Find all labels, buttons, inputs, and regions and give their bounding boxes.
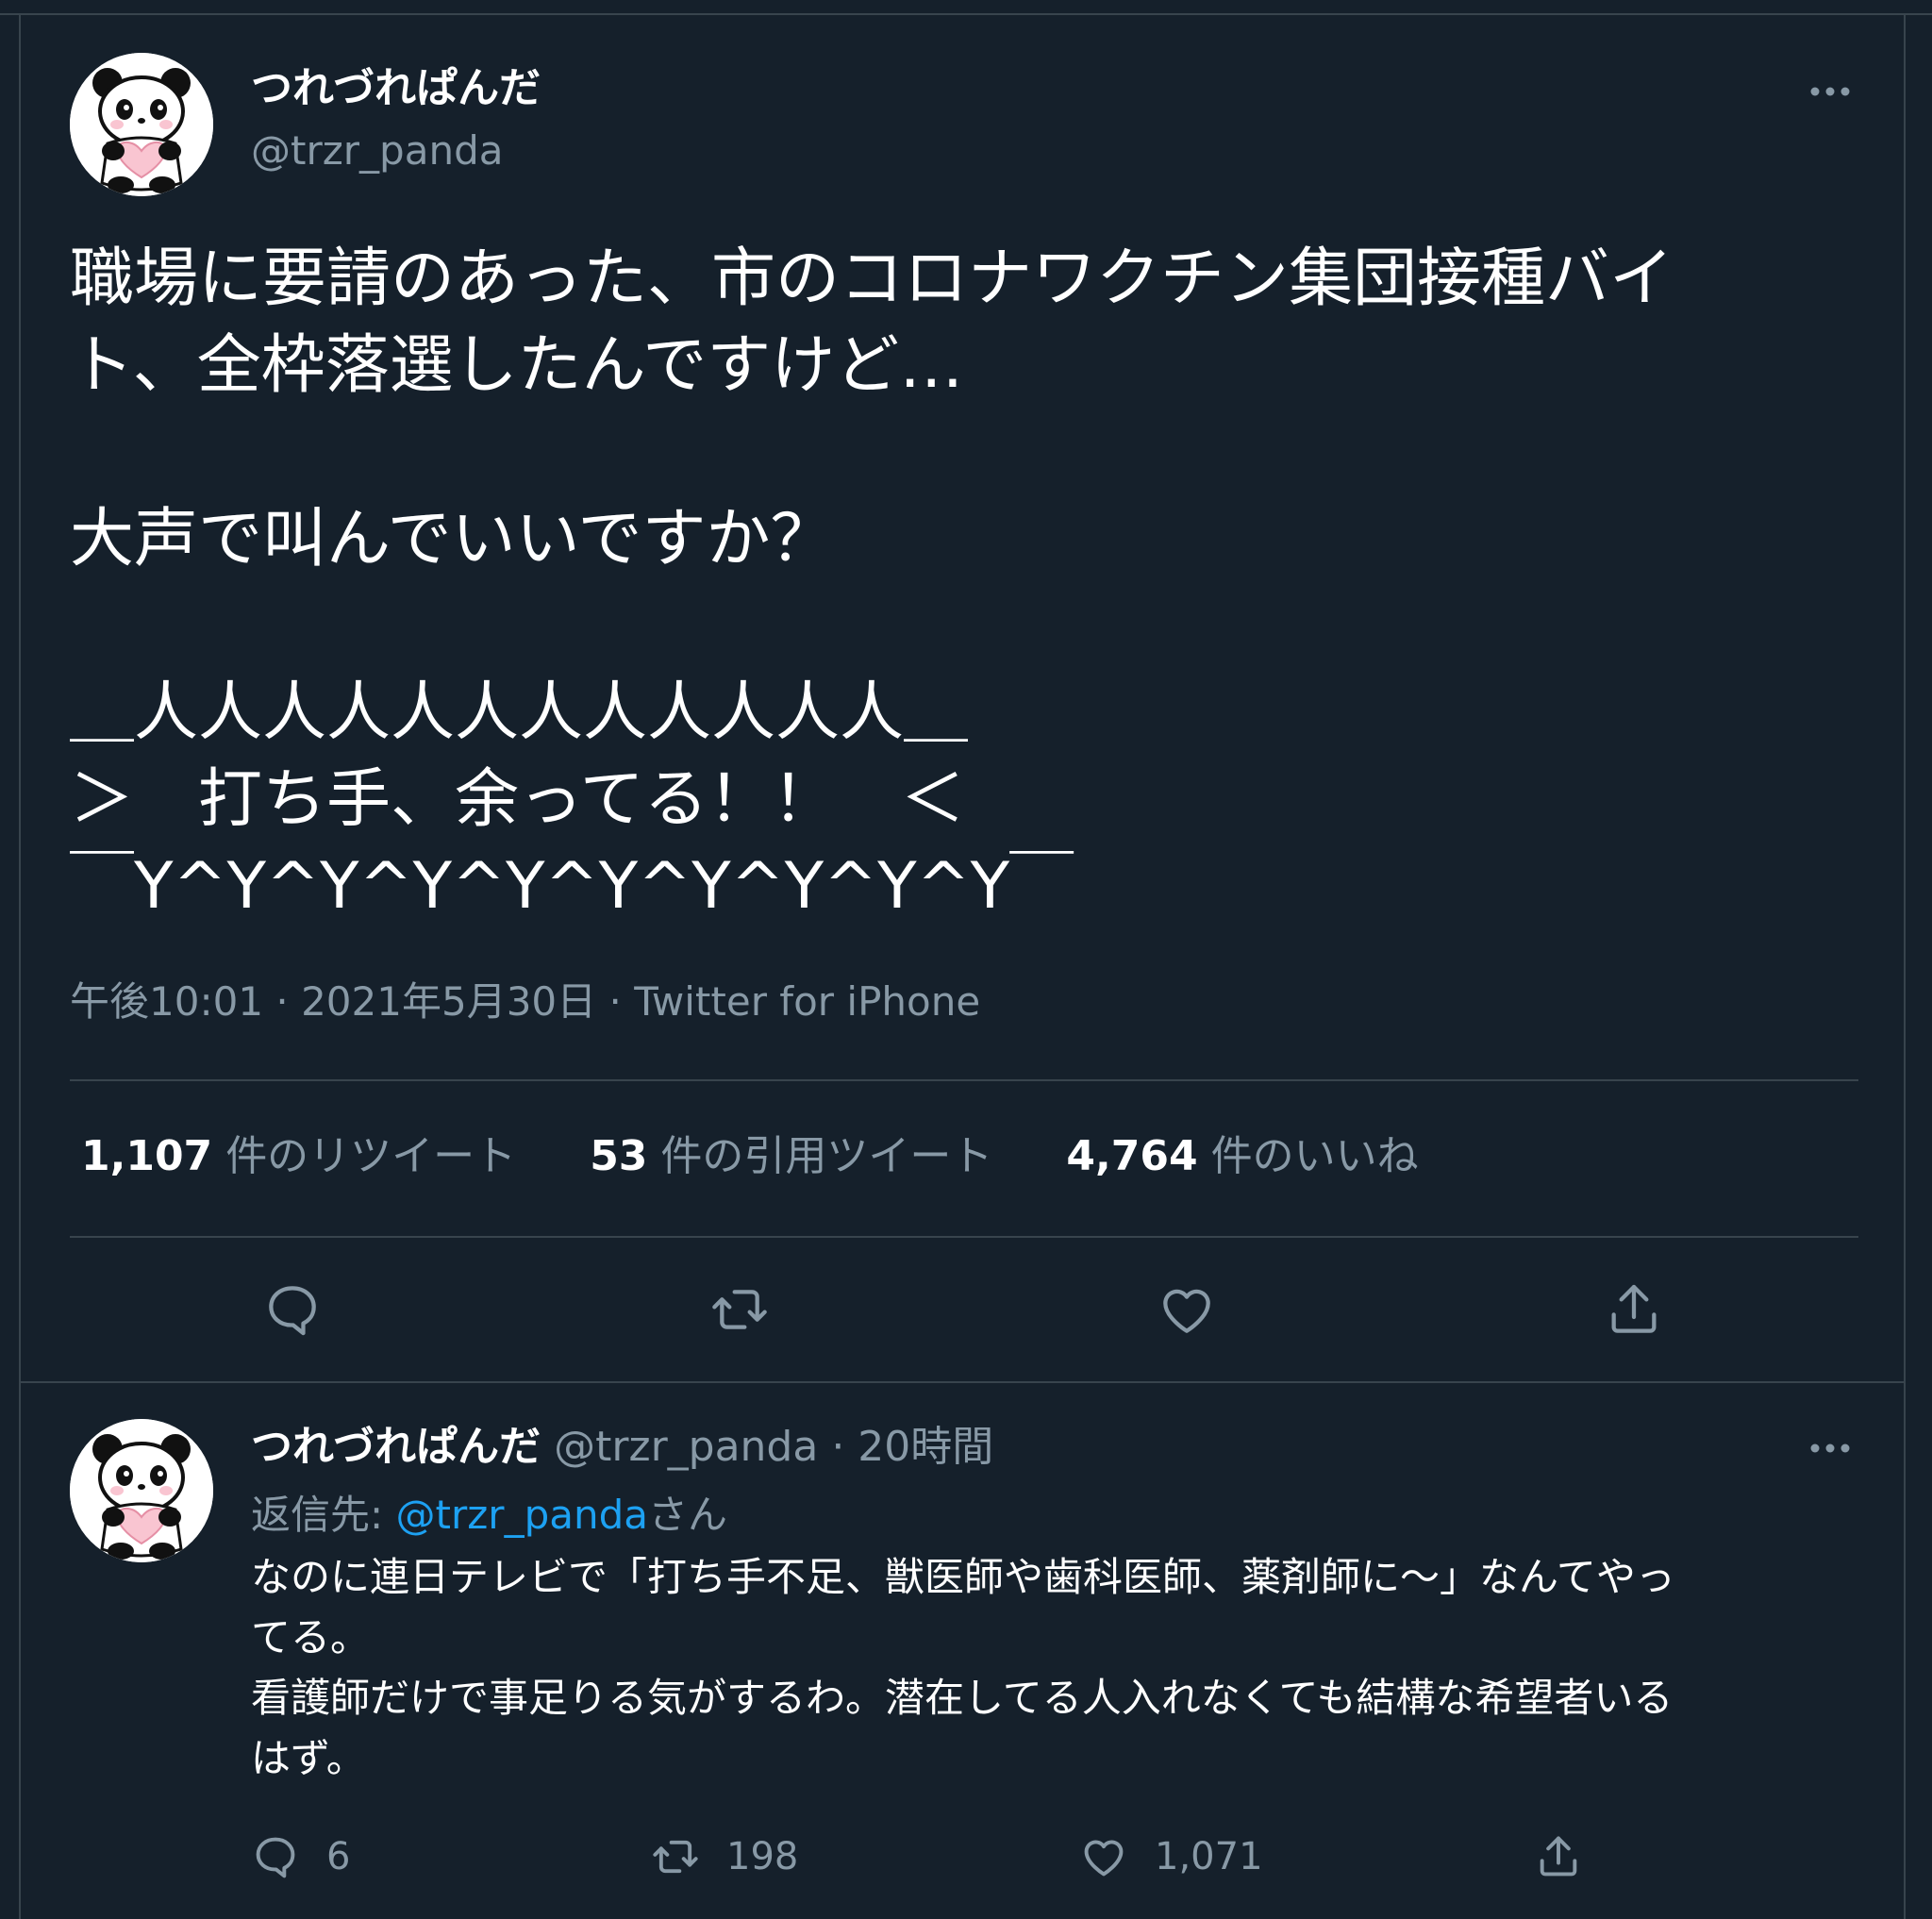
divider (21, 1381, 1904, 1383)
panda-avatar-icon (70, 53, 213, 196)
tweet-text: 職場に要請のあった、市のコロナワクチン集団接種バイ ト、全枠落選したんですけど…… (70, 242, 1674, 924)
more-options-icon[interactable] (1802, 77, 1858, 106)
reply-time[interactable]: · 20時間 (831, 1423, 993, 1471)
reply-share-button[interactable] (1534, 1827, 1583, 1883)
reply-reply-button[interactable]: 6 (251, 1827, 350, 1883)
retweet-count: 198 (726, 1835, 799, 1878)
retweet-icon (653, 1840, 698, 1874)
likes-label: 件のいいね (1210, 1132, 1419, 1180)
retweet-icon[interactable] (709, 1279, 770, 1340)
avatar[interactable] (70, 1419, 213, 1562)
right-border (1904, 13, 1906, 1919)
more-options-icon[interactable] (1802, 1434, 1858, 1462)
reply-like-button[interactable]: 1,071 (1079, 1827, 1263, 1883)
reply-icon (256, 1837, 295, 1878)
left-border (19, 13, 21, 1919)
reply-to-line: 返信先: @trzr_pandaさん (251, 1487, 727, 1544)
reply-to-label: 返信先: (251, 1492, 396, 1538)
share-icon[interactable] (1604, 1279, 1664, 1340)
like-count: 1,071 (1155, 1835, 1263, 1878)
reply-author-handle[interactable]: @trzr_panda (554, 1423, 818, 1471)
share-icon (1540, 1836, 1577, 1877)
retweets-stat[interactable]: 1,107 件のリツイート (81, 1128, 516, 1185)
reply-retweet-button[interactable]: 198 (651, 1827, 798, 1883)
like-icon (1084, 1840, 1124, 1877)
quotes-label: 件の引用ツイート (660, 1132, 993, 1180)
like-icon[interactable] (1157, 1279, 1217, 1340)
reply-icon[interactable] (262, 1279, 323, 1340)
retweets-label: 件のリツイート (225, 1132, 517, 1180)
tweet-stats: 1,107 件のリツイート 53 件の引用ツイート 4,764 件のいいね (81, 1128, 1479, 1185)
reply-count: 6 (326, 1835, 351, 1878)
reply-to-link[interactable]: @trzr_panda (396, 1492, 648, 1538)
divider (70, 1236, 1858, 1238)
author-handle[interactable]: @trzr_panda (251, 126, 503, 175)
quotes-stat[interactable]: 53 件の引用ツイート (590, 1128, 992, 1185)
reply-text: なのに連日テレビで「打ち手不足、獣医師や歯科医師、薬剤師に～」なんてやっ てる。… (251, 1554, 1675, 1781)
likes-count: 4,764 (1066, 1132, 1198, 1180)
reply-to-suffix: さん (647, 1492, 727, 1538)
divider (70, 1079, 1858, 1081)
panda-avatar-icon (70, 1419, 213, 1562)
quotes-count: 53 (590, 1132, 648, 1180)
likes-stat[interactable]: 4,764 件のいいね (1066, 1128, 1418, 1185)
retweets-count: 1,107 (81, 1132, 213, 1180)
avatar[interactable] (70, 53, 213, 196)
tweet-meta[interactable]: 午後10:01 · 2021年5月30日 · Twitter for iPhon… (70, 974, 980, 1030)
reply-author-name[interactable]: つれづれぱんだ (251, 1423, 541, 1471)
author-name[interactable]: つれづれぱんだ (251, 62, 541, 115)
top-border (0, 13, 1932, 15)
reply-header: つれづれぱんだ @trzr_panda · 20時間 (251, 1419, 993, 1476)
